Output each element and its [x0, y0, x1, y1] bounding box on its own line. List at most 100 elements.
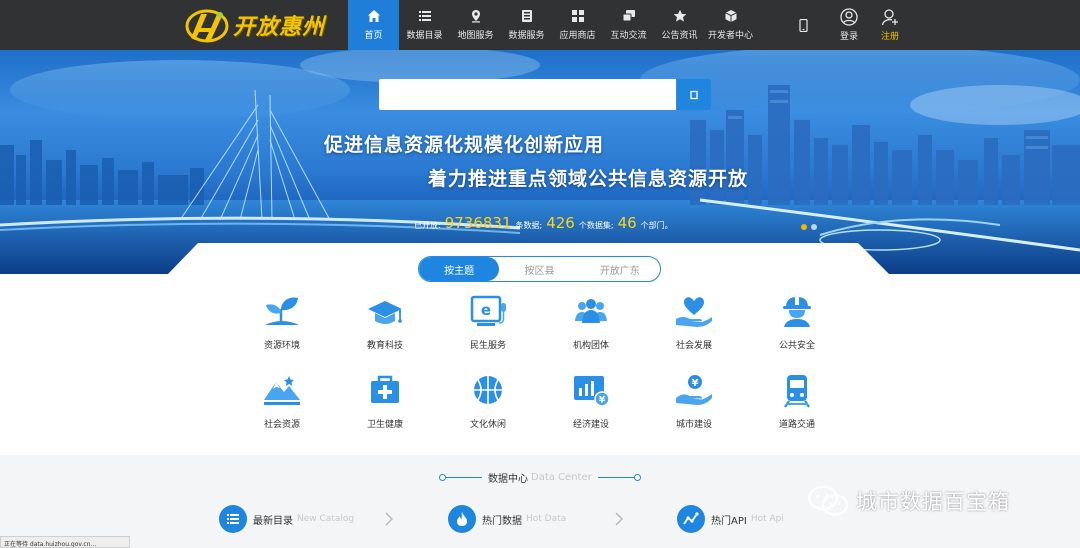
- train-icon: [784, 375, 810, 408]
- people-group-icon: [575, 299, 607, 323]
- open-data-stats: 已开放: 9736831 条数据; 426 个数据集; 46 个部门。: [414, 214, 673, 232]
- user-add-icon: [881, 9, 898, 26]
- stats-departments-count: 46: [617, 214, 637, 232]
- topic-road-traffic[interactable]: 道路交通: [752, 372, 842, 430]
- topic-label: 道路交通: [778, 420, 815, 430]
- star-icon: [673, 9, 686, 22]
- nav-item-app-store[interactable]: 应用商店: [552, 0, 603, 50]
- chat-icon: [622, 10, 635, 22]
- data-center-item-label-en: New Catalog: [297, 514, 355, 524]
- api-trend-icon: [677, 505, 705, 533]
- stats-datasets-unit: 个数据集;: [578, 221, 614, 230]
- tab-by-topic[interactable]: 按主题: [419, 257, 500, 281]
- wechat-icon: [807, 485, 849, 516]
- tab-by-district[interactable]: 按区县: [499, 257, 579, 281]
- list-icon: [418, 11, 431, 21]
- nav-label: 应用商店: [559, 31, 596, 41]
- map-pin-icon: [471, 10, 480, 23]
- login-button[interactable]: 登录: [831, 0, 867, 50]
- topic-health[interactable]: 卫生健康: [340, 372, 430, 430]
- nav-item-data-service[interactable]: 数据服务: [501, 0, 552, 50]
- topic-organizations[interactable]: 机构团体: [546, 293, 636, 351]
- wechat-watermark: 城市数据百宝箱: [806, 484, 1010, 518]
- topic-public-safety[interactable]: 公共安全: [752, 293, 842, 351]
- topic-label: 卫生健康: [366, 420, 403, 430]
- nav-item-data-catalog[interactable]: 数据目录: [399, 0, 450, 50]
- data-center-item-label-en: Hot Data: [526, 514, 567, 524]
- chevron-right-icon[interactable]: [615, 512, 623, 526]
- topic-culture-leisure[interactable]: 文化休闲: [443, 372, 533, 430]
- hero-banner: 促进信息资源化规模化创新应用 着力推进重点领域公共信息资源开放 已开放: 973…: [0, 50, 1080, 274]
- list-icon: [219, 505, 247, 533]
- topic-label: 文化休闲: [469, 420, 506, 430]
- carousel-dot[interactable]: [801, 224, 807, 230]
- topic-label: 经济建设: [572, 420, 609, 430]
- home-icon: [367, 10, 380, 22]
- heading-decoration: [439, 474, 482, 481]
- tab-open-guangdong[interactable]: 开放广东: [580, 257, 660, 281]
- hand-coin-icon: ¥: [676, 375, 712, 405]
- stats-records-count: 9736831: [444, 214, 512, 232]
- topic-economy[interactable]: ¥ 经济建设: [546, 372, 636, 430]
- topic-label: 教育科技: [366, 341, 403, 351]
- topic-label: 社会资源: [263, 420, 300, 430]
- data-center-new-catalog[interactable]: 最新目录 New Catalog: [219, 505, 354, 533]
- nav-label: 数据服务: [508, 31, 545, 41]
- search-icon: [690, 90, 698, 99]
- watermark-text: 城市数据百宝箱: [856, 490, 1010, 514]
- flame-icon: [448, 505, 476, 533]
- carousel-dot[interactable]: [811, 224, 817, 230]
- user-circle-icon: [840, 8, 858, 26]
- basketball-icon: [474, 376, 502, 404]
- topic-urban-construction[interactable]: ¥ 城市建设: [649, 372, 739, 430]
- topic-resources-environment[interactable]: 资源环境: [237, 293, 327, 351]
- data-center-hot-api[interactable]: 热门API Hot Api: [677, 505, 784, 533]
- search-button[interactable]: [677, 79, 711, 110]
- topic-label: 机构团体: [572, 341, 609, 351]
- stats-departments-unit: 个部门。: [640, 221, 673, 230]
- topic-label: 资源环境: [263, 341, 300, 351]
- svg-text:¥: ¥: [599, 396, 606, 406]
- stats-prefix: 已开放:: [414, 221, 441, 230]
- data-center-hot-data[interactable]: 热门数据 Hot Data: [448, 505, 566, 533]
- topic-label: 民生服务: [469, 341, 506, 351]
- data-service-icon: [521, 10, 532, 22]
- main-nav: 首页 数据目录 地图服务 数据服务 应用商店 互动交流 公告资讯 开发者中心: [348, 0, 756, 50]
- nav-item-interaction[interactable]: 互动交流: [603, 0, 654, 50]
- chevron-right-icon[interactable]: [385, 512, 393, 526]
- topic-education-technology[interactable]: 教育科技: [340, 293, 430, 351]
- nav-label: 首页: [364, 31, 383, 41]
- topic-label: 城市建设: [675, 420, 712, 430]
- category-tabs: 按主题 按区县 开放广东: [418, 256, 661, 282]
- nav-item-home[interactable]: 首页: [348, 0, 399, 50]
- site-logo[interactable]: 开放惠州: [183, 6, 325, 44]
- topic-social-development[interactable]: 社会发展: [649, 293, 739, 351]
- data-center-heading: 数据中心 Data Center: [439, 470, 641, 485]
- topic-social-resources[interactable]: 社会资源: [237, 372, 327, 430]
- topic-label: 社会发展: [675, 341, 712, 351]
- sprout-icon: [265, 297, 299, 325]
- economy-chart-icon: ¥: [574, 376, 610, 407]
- nav-item-developer-center[interactable]: 开发者中心: [705, 0, 756, 50]
- heading-decoration: [597, 474, 641, 481]
- browser-status-bar: 正在等待 data.huizhou.gov.cn...: [0, 536, 130, 548]
- search-input[interactable]: [379, 79, 676, 110]
- stats-records-unit: 条数据;: [515, 221, 543, 230]
- top-navigation-bar: 开放惠州 首页 数据目录 地图服务 数据服务 应用商店 互动交流 公告资讯 开发…: [0, 0, 1080, 50]
- page: 开放惠州 首页 数据目录 地图服务 数据服务 应用商店 互动交流 公告资讯 开发…: [0, 0, 1080, 548]
- mobile-phone-icon[interactable]: [799, 19, 808, 32]
- logo-text: 开放惠州: [233, 15, 326, 40]
- nav-item-map-service[interactable]: 地图服务: [450, 0, 501, 50]
- nav-item-announcements[interactable]: 公告资讯: [654, 0, 705, 50]
- carousel-indicators: [801, 224, 817, 230]
- nav-label: 公告资讯: [661, 31, 698, 41]
- data-center-title: 数据中心: [488, 474, 528, 485]
- topic-livelihood-services[interactable]: e 民生服务: [443, 293, 533, 351]
- data-center-item-label: 热门数据: [482, 515, 522, 527]
- register-label: 注册: [880, 32, 899, 42]
- nav-label: 开发者中心: [707, 31, 753, 41]
- svg-text:¥: ¥: [692, 378, 699, 389]
- graduation-cap-icon: [368, 301, 402, 324]
- register-button[interactable]: 注册: [872, 0, 908, 50]
- banner-slogan-line2: 着力推进重点领域公共信息资源开放: [428, 168, 749, 190]
